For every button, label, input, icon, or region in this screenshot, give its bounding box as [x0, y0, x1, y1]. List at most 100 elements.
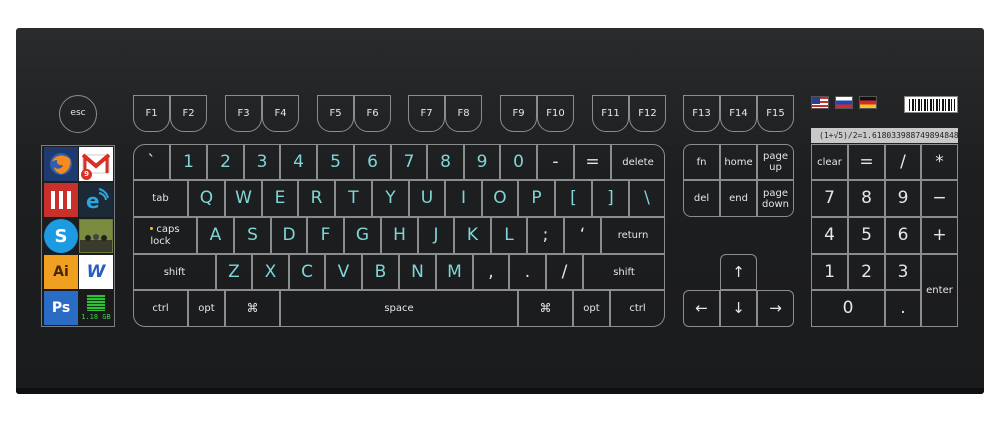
numpad-8-key[interactable]: 8: [848, 180, 885, 217]
arrow-up-key[interactable]: ↑: [720, 254, 757, 290]
key-n[interactable]: N: [399, 254, 436, 290]
arrow-left-key[interactable]: ←: [683, 290, 720, 327]
delete-key[interactable]: delete: [611, 144, 665, 180]
period-key[interactable]: .: [509, 254, 546, 290]
caps-lock-key[interactable]: caps lock: [133, 217, 197, 254]
key-o[interactable]: O: [482, 180, 518, 217]
f12-key[interactable]: F12: [629, 95, 666, 132]
slash-key[interactable]: /: [546, 254, 583, 290]
right-command-key[interactable]: ⌘: [518, 290, 573, 327]
right-opt-key[interactable]: opt: [573, 290, 610, 327]
key-2[interactable]: 2: [207, 144, 244, 180]
key-1[interactable]: 1: [170, 144, 207, 180]
numpad-plus-key[interactable]: +: [921, 217, 958, 254]
key-c[interactable]: C: [289, 254, 325, 290]
key-d[interactable]: D: [271, 217, 307, 254]
f8-key[interactable]: F8: [445, 95, 482, 132]
comma-key[interactable]: ,: [473, 254, 509, 290]
arrow-down-key[interactable]: ↓: [720, 290, 757, 327]
backtick-key[interactable]: `: [133, 144, 170, 180]
left-opt-key[interactable]: opt: [188, 290, 225, 327]
f7-key[interactable]: F7: [408, 95, 445, 132]
key-q[interactable]: Q: [188, 180, 225, 217]
word-icon[interactable]: W: [79, 255, 113, 289]
wireless-app-icon[interactable]: e: [79, 183, 113, 217]
numpad-1-key[interactable]: 1: [811, 254, 848, 290]
key-i[interactable]: I: [445, 180, 482, 217]
page-down-key[interactable]: page down: [757, 180, 794, 217]
numpad-divide-key[interactable]: /: [885, 144, 921, 180]
key-s[interactable]: S: [234, 217, 271, 254]
ru-flag-icon[interactable]: [835, 96, 853, 109]
photoshop-icon[interactable]: Ps: [44, 291, 78, 325]
numpad-multiply-key[interactable]: *: [921, 144, 958, 180]
key-j[interactable]: J: [418, 217, 454, 254]
gmail-icon[interactable]: 9: [79, 147, 113, 181]
key-5[interactable]: 5: [317, 144, 354, 180]
key-k[interactable]: K: [454, 217, 491, 254]
key-g[interactable]: G: [344, 217, 381, 254]
f2-key[interactable]: F2: [170, 95, 207, 132]
numpad-dot-key[interactable]: .: [885, 290, 921, 327]
numpad-equals-key[interactable]: =: [848, 144, 885, 180]
key-7[interactable]: 7: [391, 144, 427, 180]
numpad-9-key[interactable]: 9: [885, 180, 921, 217]
numpad-4-key[interactable]: 4: [811, 217, 848, 254]
f4-key[interactable]: F4: [262, 95, 299, 132]
key-t[interactable]: T: [335, 180, 372, 217]
numpad-enter-key[interactable]: enter: [921, 254, 958, 327]
de-flag-icon[interactable]: [859, 96, 877, 109]
f1-key[interactable]: F1: [133, 95, 170, 132]
key-b[interactable]: B: [362, 254, 399, 290]
key-m[interactable]: M: [436, 254, 473, 290]
key-p[interactable]: P: [518, 180, 555, 217]
firefox-icon[interactable]: [44, 147, 78, 181]
right-bracket-key[interactable]: ]: [592, 180, 629, 217]
key-v[interactable]: V: [325, 254, 362, 290]
esc-key[interactable]: esc: [59, 95, 97, 133]
left-command-key[interactable]: ⌘: [225, 290, 280, 327]
arrow-right-key[interactable]: →: [757, 290, 794, 327]
numpad-3-key[interactable]: 3: [885, 254, 921, 290]
numpad-5-key[interactable]: 5: [848, 217, 885, 254]
tab-key[interactable]: tab: [133, 180, 188, 217]
key-9[interactable]: 9: [464, 144, 500, 180]
red-app-icon[interactable]: [44, 183, 78, 217]
key-6[interactable]: 6: [354, 144, 391, 180]
f15-key[interactable]: F15: [757, 95, 794, 132]
return-key[interactable]: return: [601, 217, 665, 254]
key-a[interactable]: A: [197, 217, 234, 254]
numpad-2-key[interactable]: 2: [848, 254, 885, 290]
photo-app-icon[interactable]: [79, 219, 113, 253]
key-3[interactable]: 3: [244, 144, 280, 180]
page-up-key[interactable]: page up: [757, 144, 794, 180]
key-e[interactable]: E: [262, 180, 298, 217]
disk-usage-icon[interactable]: 1.18 GB: [79, 291, 113, 325]
key-z[interactable]: Z: [216, 254, 252, 290]
backslash-key[interactable]: \: [629, 180, 665, 217]
numpad-0-key[interactable]: 0: [811, 290, 885, 327]
right-shift-key[interactable]: shift: [583, 254, 665, 290]
numpad-7-key[interactable]: 7: [811, 180, 848, 217]
quote-key[interactable]: ‘: [564, 217, 601, 254]
f13-key[interactable]: F13: [683, 95, 720, 132]
key-4[interactable]: 4: [280, 144, 317, 180]
end-key[interactable]: end: [720, 180, 757, 217]
f9-key[interactable]: F9: [500, 95, 537, 132]
fn-key[interactable]: fn: [683, 144, 720, 180]
f3-key[interactable]: F3: [225, 95, 262, 132]
minus-key[interactable]: -: [537, 144, 574, 180]
skype-icon[interactable]: S: [44, 219, 78, 253]
key-8[interactable]: 8: [427, 144, 464, 180]
key-h[interactable]: H: [381, 217, 418, 254]
numpad-minus-key[interactable]: −: [921, 180, 958, 217]
del-key[interactable]: del: [683, 180, 720, 217]
key-r[interactable]: R: [298, 180, 335, 217]
left-shift-key[interactable]: shift: [133, 254, 216, 290]
left-ctrl-key[interactable]: ctrl: [133, 290, 188, 327]
f5-key[interactable]: F5: [317, 95, 354, 132]
semicolon-key[interactable]: ;: [527, 217, 564, 254]
space-key[interactable]: space: [280, 290, 518, 327]
barcode-icon[interactable]: [904, 96, 958, 113]
illustrator-icon[interactable]: Ai: [44, 255, 78, 289]
